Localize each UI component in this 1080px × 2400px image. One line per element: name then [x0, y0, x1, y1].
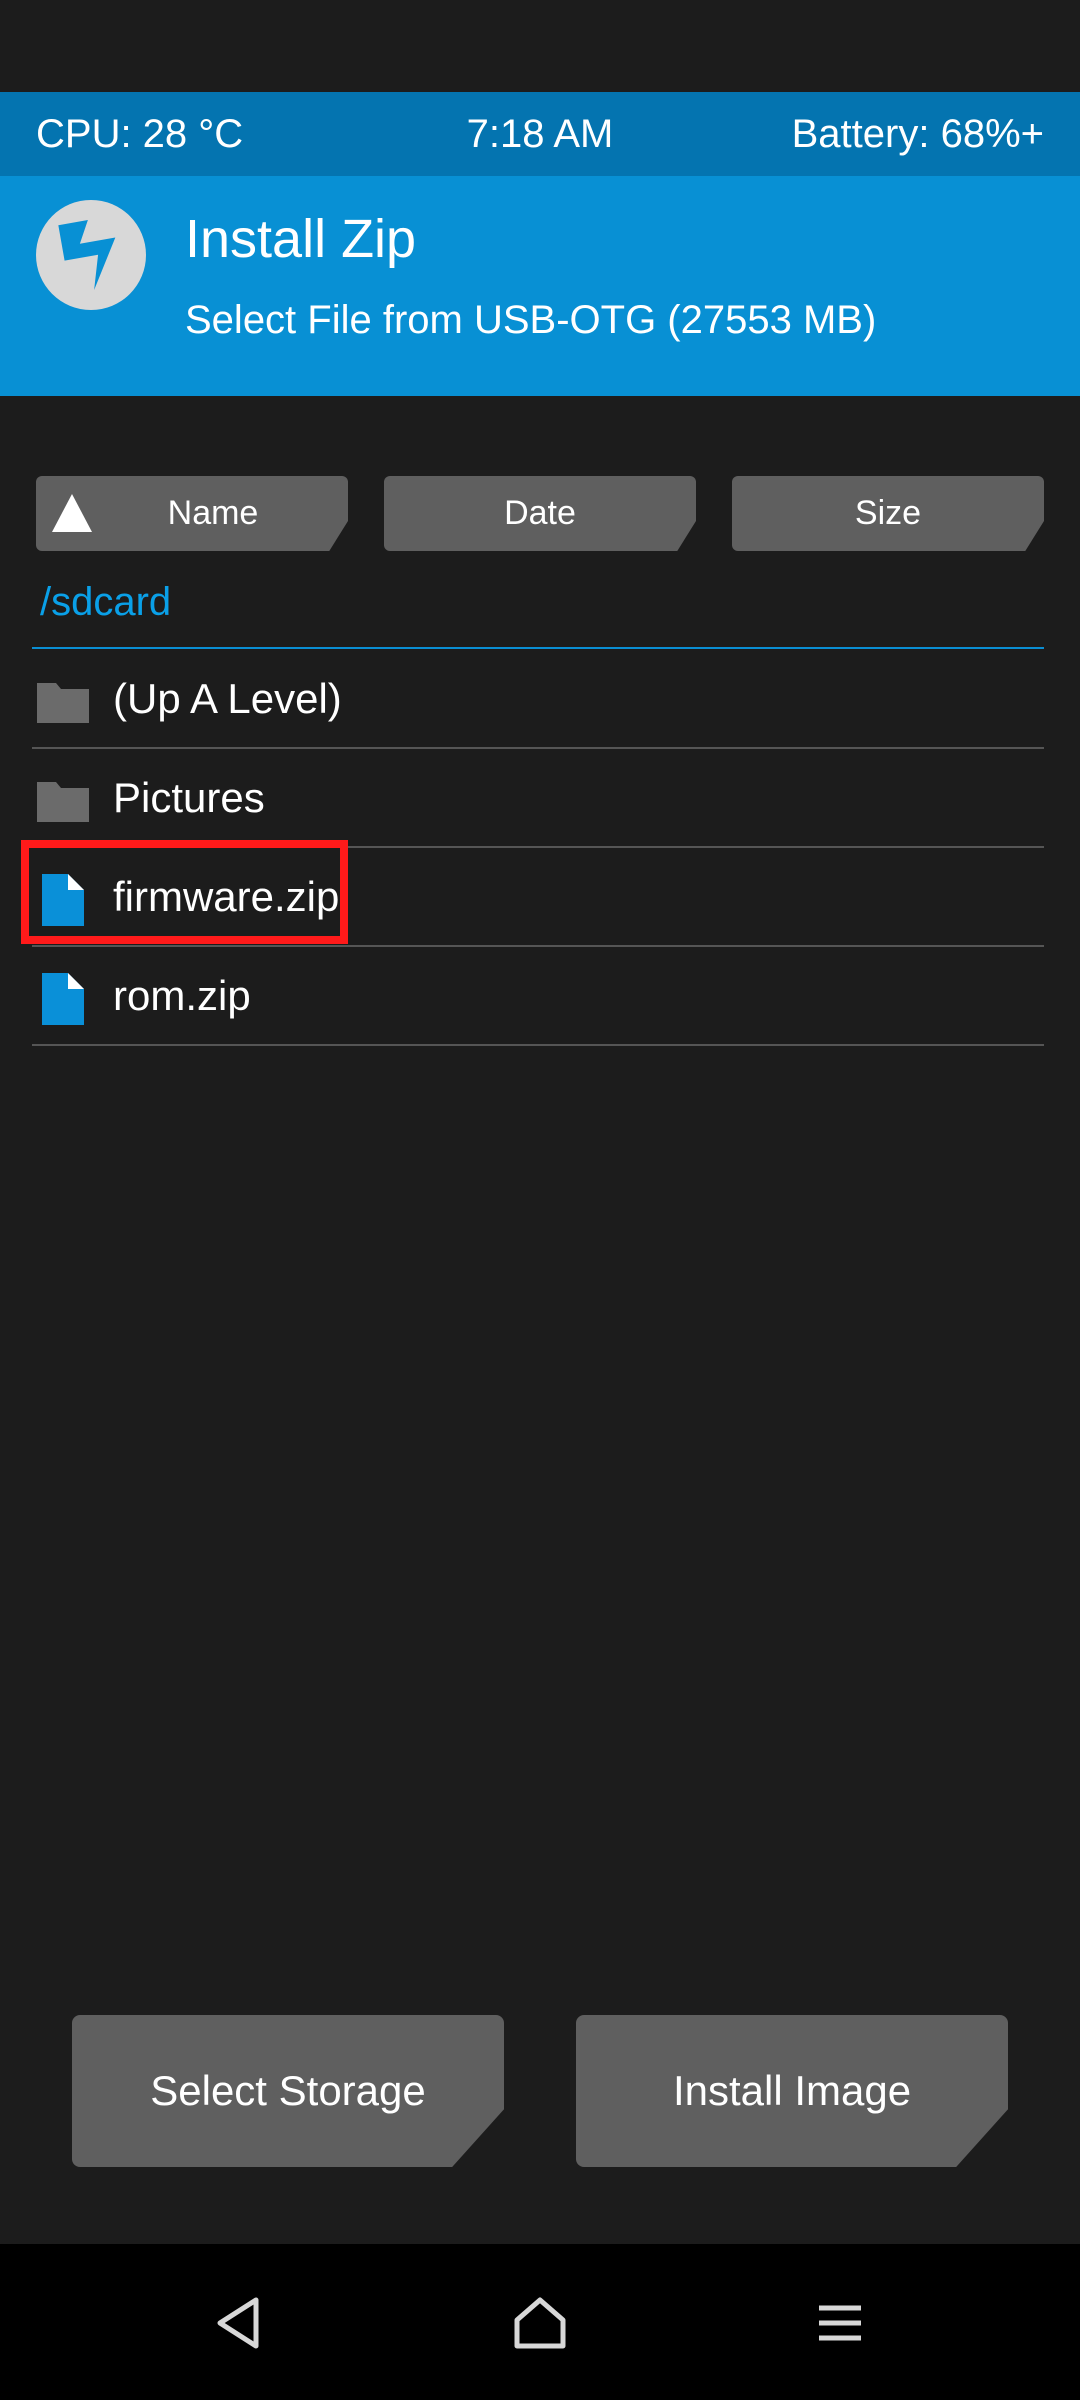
sort-date-label: Date	[504, 494, 576, 532]
page-title: Install Zip	[185, 209, 417, 269]
back-icon[interactable]	[206, 2288, 276, 2358]
folder-icon	[37, 782, 89, 822]
sort-by-size-button[interactable]: Size	[732, 476, 1044, 551]
file-list-item-up-level[interactable]: (Up A Level)	[32, 650, 1044, 749]
file-list-item-firmware-zip[interactable]: firmware.zip	[32, 848, 1044, 947]
navigation-bar	[0, 2244, 1080, 2400]
file-list-item-pictures[interactable]: Pictures	[32, 749, 1044, 848]
status-cpu-temp: CPU: 28 °C	[36, 112, 244, 156]
page-subtitle: Select File from USB-OTG (27553 MB)	[185, 298, 877, 342]
home-icon[interactable]	[505, 2288, 575, 2358]
select-storage-button[interactable]: Select Storage	[72, 2015, 504, 2167]
file-name: firmware.zip	[113, 873, 340, 920]
install-image-button[interactable]: Install Image	[576, 2015, 1008, 2167]
folder-icon	[37, 683, 89, 723]
sort-by-date-button[interactable]: Date	[384, 476, 696, 551]
file-icon	[42, 973, 84, 1025]
status-bar: 7:18 AM CPU: 28 °C Battery: 68%+	[0, 92, 1080, 176]
file-name: rom.zip	[113, 972, 251, 1019]
file-name: (Up A Level)	[113, 675, 342, 722]
sort-size-label: Size	[854, 494, 922, 532]
current-path: /sdcard	[40, 580, 172, 624]
twrp-logo-icon	[36, 200, 146, 310]
status-battery: Battery: 68%+	[791, 112, 1044, 156]
top-spacer	[0, 0, 1080, 92]
sort-name-label: Name	[167, 494, 259, 532]
menu-icon[interactable]	[805, 2288, 875, 2358]
sort-ascending-icon	[52, 494, 92, 532]
path-divider	[32, 647, 1044, 649]
sort-by-name-button[interactable]: Name	[36, 476, 348, 551]
file-list-item-rom-zip[interactable]: rom.zip	[32, 947, 1044, 1046]
page-header: Install Zip Select File from USB-OTG (27…	[0, 176, 1080, 396]
file-name: Pictures	[113, 774, 265, 821]
file-icon	[42, 874, 84, 926]
